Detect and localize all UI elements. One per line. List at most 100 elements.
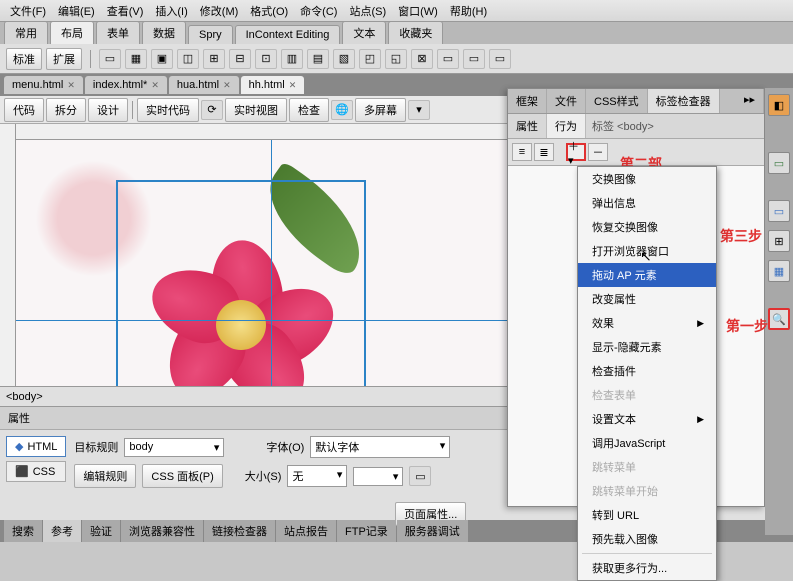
color-swatch[interactable]: ▭ <box>409 466 431 486</box>
menu-window[interactable]: 窗口(W) <box>392 3 444 19</box>
btn-liveview[interactable]: 实时视图 <box>225 98 287 122</box>
btn-multiscreen[interactable]: 多屏幕 <box>355 98 406 122</box>
btn-design[interactable]: 设计 <box>88 98 128 122</box>
btn-standard[interactable]: 标准 <box>6 48 42 70</box>
guide-vertical[interactable] <box>271 140 272 386</box>
menu-site[interactable]: 站点(S) <box>343 3 392 19</box>
tab-spry[interactable]: Spry <box>188 25 233 44</box>
cm-change-prop[interactable]: 改变属性 <box>578 287 716 311</box>
file-tab[interactable]: index.html*✕ <box>85 76 167 94</box>
list-icon[interactable]: ≡ <box>512 143 532 161</box>
file-tab[interactable]: menu.html✕ <box>4 76 83 94</box>
menu-insert[interactable]: 插入(I) <box>149 3 193 19</box>
btab-validate[interactable]: 验证 <box>82 520 120 542</box>
file-tab[interactable]: hua.html✕ <box>169 76 239 94</box>
btab-ftp[interactable]: FTP记录 <box>337 520 396 542</box>
btab-reference[interactable]: 参考 <box>43 520 81 542</box>
menu-format[interactable]: 格式(O) <box>244 3 294 19</box>
close-icon[interactable]: ✕ <box>289 80 297 91</box>
close-icon[interactable]: ✕ <box>223 80 231 91</box>
btab-server[interactable]: 服务器调试 <box>397 520 468 542</box>
layout-icon[interactable]: ◱ <box>385 49 407 69</box>
cm-swap-image[interactable]: 交换图像 <box>578 167 716 191</box>
btn-edit-rule[interactable]: 编辑规则 <box>74 464 136 488</box>
layout-icon[interactable]: ▭ <box>437 49 459 69</box>
selection-box[interactable] <box>116 180 366 386</box>
cm-check-plugin[interactable]: 检查插件 <box>578 359 716 383</box>
btn-expand[interactable]: 扩展 <box>46 48 82 70</box>
add-behavior-button[interactable]: ＋▾ <box>566 143 586 161</box>
cm-goto-url[interactable]: 转到 URL <box>578 503 716 527</box>
layout-icon[interactable]: ⊡ <box>255 49 277 69</box>
layout-icon[interactable]: ⊠ <box>411 49 433 69</box>
layout-icon[interactable]: ▦ <box>125 49 147 69</box>
tab-common[interactable]: 常用 <box>4 21 48 44</box>
close-icon[interactable]: ✕ <box>151 80 159 91</box>
panel-tab-frames[interactable]: 框架 <box>508 89 547 113</box>
tab-forms[interactable]: 表单 <box>96 21 140 44</box>
layout-icon[interactable]: ▣ <box>151 49 173 69</box>
btn-code[interactable]: 代码 <box>4 98 44 122</box>
panel-tab-files[interactable]: 文件 <box>547 89 586 113</box>
layout-icon[interactable]: ◫ <box>177 49 199 69</box>
remove-behavior-button[interactable]: － <box>588 143 608 161</box>
subtab-behaviors[interactable]: 行为 <box>547 114 586 138</box>
cm-call-js[interactable]: 调用JavaScript <box>578 431 716 455</box>
cm-showhide[interactable]: 显示-隐藏元素 <box>578 335 716 359</box>
tab-layout[interactable]: 布局 <box>50 21 94 44</box>
subtab-attrs[interactable]: 属性 <box>508 114 547 138</box>
prop-tab-html[interactable]: ◆HTML <box>6 436 66 457</box>
dock-tree-icon[interactable]: ⊞ <box>768 230 790 252</box>
cm-drag-ap[interactable]: 拖动 AP 元素 <box>578 263 716 287</box>
btn-inspect[interactable]: 检查 <box>289 98 329 122</box>
cm-set-text[interactable]: 设置文本▶ <box>578 407 716 431</box>
option-icon[interactable]: ▾ <box>408 100 430 120</box>
btn-livecode[interactable]: 实时代码 <box>137 98 199 122</box>
btn-split[interactable]: 拆分 <box>46 98 86 122</box>
dock-blocks-icon[interactable]: ▦ <box>768 260 790 282</box>
dock-css-icon[interactable]: ◧ <box>768 94 790 116</box>
close-icon[interactable]: ✕ <box>67 80 75 91</box>
panel-tab-css[interactable]: CSS样式 <box>586 89 648 113</box>
cm-popup[interactable]: 弹出信息 <box>578 191 716 215</box>
font-select[interactable]: 默认字体▾ <box>310 436 450 458</box>
cm-preload[interactable]: 预先载入图像 <box>578 527 716 551</box>
btab-compat[interactable]: 浏览器兼容性 <box>121 520 203 542</box>
tag-selector[interactable]: <body> <box>6 391 43 403</box>
layout-icon[interactable]: ⊟ <box>229 49 251 69</box>
cm-get-more[interactable]: 获取更多行为... <box>578 556 716 580</box>
dock-panel-icon[interactable]: ▭ <box>768 200 790 222</box>
globe-icon[interactable]: 🌐 <box>331 100 353 120</box>
menu-edit[interactable]: 编辑(E) <box>52 3 101 19</box>
menu-modify[interactable]: 修改(M) <box>194 3 245 19</box>
unit-select[interactable]: ▾ <box>353 467 403 486</box>
panel-menu-icon[interactable]: ▸▸ <box>736 89 764 113</box>
menu-help[interactable]: 帮助(H) <box>444 3 493 19</box>
cm-restore-swap[interactable]: 恢复交换图像 <box>578 215 716 239</box>
layout-icon[interactable]: ▭ <box>463 49 485 69</box>
tab-ice[interactable]: InContext Editing <box>235 25 341 44</box>
prop-tab-css[interactable]: ⬛CSS <box>6 461 66 482</box>
btab-search[interactable]: 搜索 <box>4 520 42 542</box>
menu-file[interactable]: 文件(F) <box>4 3 52 19</box>
file-tab-active[interactable]: hh.html✕ <box>241 76 305 94</box>
layout-icon[interactable]: ▤ <box>307 49 329 69</box>
tab-fav[interactable]: 收藏夹 <box>388 21 443 44</box>
menu-view[interactable]: 查看(V) <box>101 3 150 19</box>
layout-icon[interactable]: ▥ <box>281 49 303 69</box>
cm-open-browser[interactable]: 打开浏览器窗口 <box>578 239 716 263</box>
cm-effects[interactable]: 效果▶ <box>578 311 716 335</box>
tab-text[interactable]: 文本 <box>342 21 386 44</box>
size-select[interactable]: 无▾ <box>287 465 347 487</box>
layout-icon[interactable]: ▭ <box>489 49 511 69</box>
btab-links[interactable]: 链接检查器 <box>204 520 275 542</box>
layout-icon[interactable]: ◰ <box>359 49 381 69</box>
refresh-icon[interactable]: ⟳ <box>201 100 223 120</box>
list2-icon[interactable]: ≣ <box>534 143 554 161</box>
layout-icon[interactable]: ▧ <box>333 49 355 69</box>
dock-screen-icon[interactable]: ▭ <box>768 152 790 174</box>
dock-inspector-icon[interactable]: 🔍 <box>768 308 790 330</box>
rule-select[interactable]: body▾ <box>124 438 224 457</box>
btn-css-panel[interactable]: CSS 面板(P) <box>142 464 222 488</box>
tab-data[interactable]: 数据 <box>142 21 186 44</box>
